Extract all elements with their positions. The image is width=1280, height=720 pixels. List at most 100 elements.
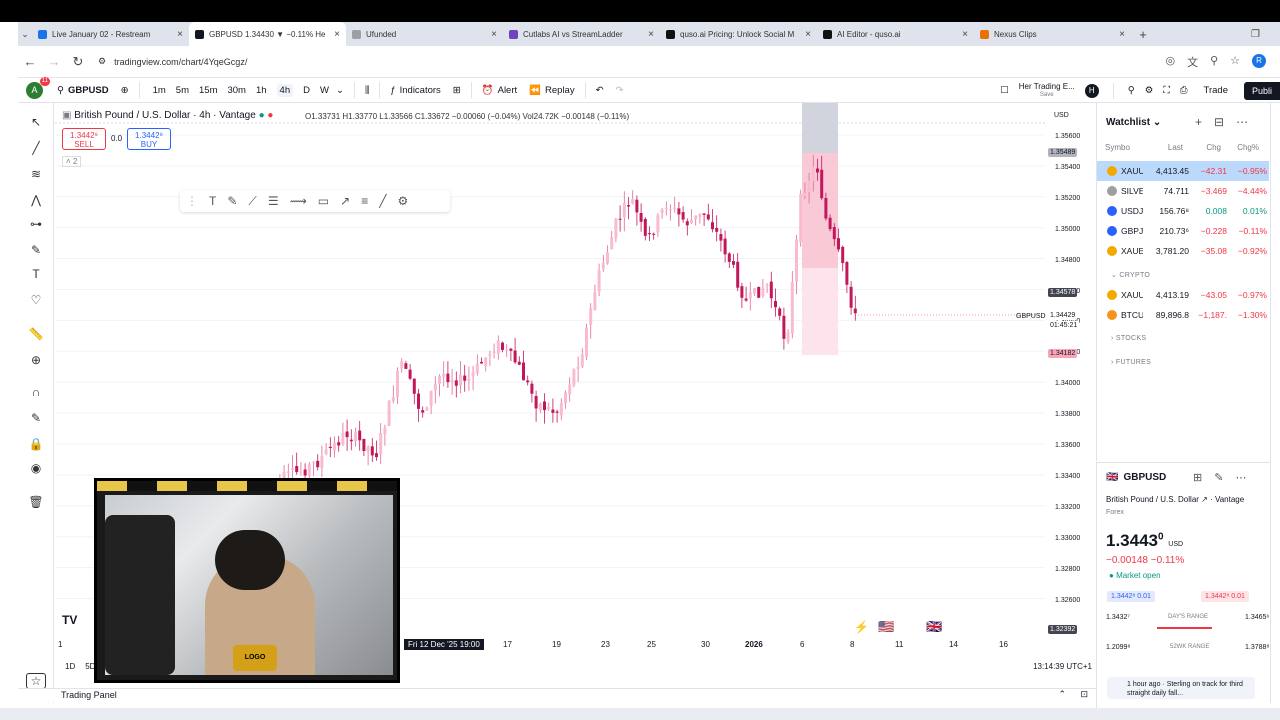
event-icon[interactable]: ⚡ bbox=[854, 620, 869, 634]
grid-icon[interactable]: ⊞ bbox=[1193, 471, 1202, 484]
compare-icon[interactable]: ⊕ bbox=[121, 85, 129, 96]
lock-draw-icon[interactable]: ✎ bbox=[26, 411, 46, 425]
watchlist-row[interactable]: XAUE 3,781.20 −35.08 −0.92% bbox=[1097, 241, 1269, 261]
cursor-icon[interactable]: ↖ bbox=[26, 115, 46, 129]
news-item[interactable]: 1 hour ago · Sterling on track for third… bbox=[1107, 677, 1255, 699]
uk-flag-icon[interactable]: 🇬🇧 bbox=[926, 619, 942, 635]
layout-icon[interactable]: ☐ bbox=[1000, 85, 1009, 96]
columns-icon[interactable]: ⊟ bbox=[1214, 115, 1224, 129]
fullscreen-icon[interactable]: ⛶ bbox=[1163, 85, 1170, 96]
timeframe-dropdown-icon[interactable]: ⌄ bbox=[336, 85, 344, 96]
tab-close-icon[interactable]: × bbox=[962, 29, 968, 40]
alert-button[interactable]: ⏰ Alert bbox=[482, 85, 517, 96]
browser-tab[interactable]: Live January 02 - Restream × bbox=[32, 22, 189, 46]
pen-icon[interactable]: ✎ bbox=[227, 194, 237, 208]
browser-tab[interactable]: AI Editor - quso.ai × bbox=[817, 22, 974, 46]
pattern-icon[interactable]: ⋀ bbox=[26, 193, 46, 207]
translate-icon[interactable]: 文 bbox=[1187, 54, 1198, 70]
timeframe-4h[interactable]: 4h bbox=[276, 83, 294, 97]
symbol-search[interactable]: ⚲ GBPUSD bbox=[57, 85, 109, 96]
watchlist-row[interactable]: USDJ 156.76⁸ 0.008 0.01% bbox=[1097, 201, 1269, 221]
details-more-icon[interactable]: ⋯ bbox=[1235, 471, 1246, 484]
watchlist-row[interactable]: BTCU 89,896.8 −1,187. −1.30% bbox=[1097, 305, 1269, 325]
drag-handle-icon[interactable]: ⋮ bbox=[186, 194, 198, 208]
arrow-icon[interactable]: ↗ bbox=[340, 194, 350, 208]
publish-button[interactable]: Publi bbox=[1243, 81, 1280, 100]
replay-button[interactable]: ⏪ Replay bbox=[529, 85, 574, 96]
timeframe-15m[interactable]: 15m bbox=[199, 85, 217, 96]
trash-icon[interactable]: 🗑 bbox=[26, 495, 46, 509]
eye-icon[interactable]: ◉ bbox=[26, 461, 46, 475]
indicator-toggle[interactable]: ˄ 2 bbox=[62, 156, 82, 167]
trendline-icon[interactable]: ╱ bbox=[26, 141, 46, 155]
crypto-section[interactable]: ⌄ CRYPTO bbox=[1111, 271, 1150, 279]
user-badge[interactable]: H bbox=[1084, 83, 1099, 98]
timeframe-1m[interactable]: 1m bbox=[153, 85, 166, 96]
account-avatar[interactable]: A 11 bbox=[26, 76, 50, 99]
timeframe-W[interactable]: W bbox=[320, 85, 329, 96]
add-symbol-icon[interactable]: + bbox=[1195, 115, 1202, 129]
maximize-icon[interactable]: ⊡ bbox=[1080, 689, 1088, 700]
details-symbol[interactable]: GBPUSD bbox=[1123, 472, 1166, 483]
watchlist-title[interactable]: Watchlist ⌄ bbox=[1106, 117, 1161, 128]
tab-search-icon[interactable]: ⌄ bbox=[18, 29, 32, 40]
watchlist-row[interactable]: XAUU 4,413.45 −42.31 −0.95% bbox=[1097, 161, 1269, 181]
settings-circle-icon[interactable]: ⚙ bbox=[397, 194, 408, 208]
edit-icon[interactable]: ✎ bbox=[1214, 471, 1223, 484]
reload-icon[interactable]: ↻ bbox=[66, 54, 90, 70]
line-tool-icon[interactable]: ⟋ bbox=[248, 194, 256, 209]
futures-section[interactable]: › FUTURES bbox=[1111, 359, 1151, 366]
tab-close-icon[interactable]: × bbox=[648, 29, 654, 40]
text-tool-icon[interactable]: T bbox=[209, 194, 216, 208]
levels-icon[interactable]: ≡ bbox=[361, 194, 368, 208]
currency-label[interactable]: USD bbox=[1054, 112, 1069, 119]
favorites-icon[interactable]: ♡ bbox=[26, 293, 46, 307]
sell-button[interactable]: 1.3442⁹ SELL bbox=[62, 128, 106, 150]
magnet-icon[interactable]: ∩ bbox=[26, 385, 46, 399]
channel-icon[interactable]: ☰ bbox=[268, 194, 279, 208]
chart-type-icon[interactable]: ⫼ bbox=[365, 85, 369, 96]
external-link-icon[interactable]: ↗ bbox=[1201, 495, 1208, 504]
lock-icon[interactable]: 🔒 bbox=[26, 437, 46, 451]
zoom-in-icon[interactable]: ⊕ bbox=[26, 353, 46, 367]
brush-icon[interactable]: ✎ bbox=[26, 243, 46, 257]
zoom-icon[interactable]: ⚲ bbox=[1210, 54, 1218, 70]
trading-panel-tab[interactable]: Trading Panel bbox=[61, 690, 117, 700]
tab-close-icon[interactable]: × bbox=[1119, 29, 1125, 40]
object-tree-icon[interactable]: ☆ bbox=[26, 673, 46, 689]
snapshot-icon[interactable]: ⎙ bbox=[1180, 85, 1188, 96]
browser-tab[interactable]: Cutlabs AI vs StreamLadder × bbox=[503, 22, 660, 46]
price-axis[interactable]: 1.356001.354001.352001.350001.348001.346… bbox=[1047, 103, 1092, 643]
bookmark-icon[interactable]: ☆ bbox=[1230, 54, 1240, 70]
site-info-icon[interactable]: ⚙ bbox=[98, 56, 106, 67]
timeframe-30m[interactable]: 30m bbox=[227, 85, 245, 96]
quick-search-icon[interactable]: ⚲ bbox=[1128, 85, 1135, 96]
tab-close-icon[interactable]: × bbox=[334, 29, 340, 40]
ruler-icon[interactable]: 📏 bbox=[26, 327, 46, 341]
window-restore-icon[interactable]: ❐ bbox=[1251, 29, 1260, 40]
bid-chip[interactable]: 1.3442⁸ 0.01 bbox=[1107, 591, 1155, 602]
us-flag-icon[interactable]: 🇺🇸 bbox=[878, 619, 894, 635]
rectangle-icon[interactable]: ▭ bbox=[318, 194, 329, 208]
buy-button[interactable]: 1.3442⁹ BUY bbox=[127, 128, 171, 150]
timeframe-1h[interactable]: 1h bbox=[256, 85, 267, 96]
range-button[interactable]: 1D bbox=[65, 662, 75, 671]
path-icon[interactable]: ⟿ bbox=[290, 194, 307, 208]
new-tab-button[interactable]: + bbox=[1131, 27, 1155, 42]
tab-close-icon[interactable]: × bbox=[491, 29, 497, 40]
indicators-button[interactable]: ƒ Indicators bbox=[390, 85, 440, 96]
stocks-section[interactable]: › STOCKS bbox=[1111, 335, 1146, 342]
timeframe-D[interactable]: D bbox=[303, 85, 310, 96]
forward-icon[interactable]: → bbox=[42, 54, 66, 69]
watchlist-row[interactable]: XAUU 4,413.19 −43.05 −0.97% bbox=[1097, 285, 1269, 305]
watchlist-row[interactable]: GBPJ 210.73⁶ −0.228 −0.11% bbox=[1097, 221, 1269, 241]
timeframe-5m[interactable]: 5m bbox=[176, 85, 189, 96]
address-bar[interactable]: ⚙ tradingview.com/chart/4YqeGcgz/ bbox=[98, 56, 247, 67]
ray-icon[interactable]: ╱ bbox=[379, 194, 386, 208]
watchlist-row[interactable]: SILVE 74.711 −3.469 −4.44% bbox=[1097, 181, 1269, 201]
back-icon[interactable]: ← bbox=[18, 54, 42, 69]
timezone-label[interactable]: 13:14:39 UTC+1 bbox=[1033, 662, 1092, 671]
browser-tab[interactable]: quso.ai Pricing: Unlock Social M × bbox=[660, 22, 817, 46]
profile-avatar[interactable]: R bbox=[1252, 54, 1266, 68]
fib-icon[interactable]: ≋ bbox=[26, 167, 46, 181]
